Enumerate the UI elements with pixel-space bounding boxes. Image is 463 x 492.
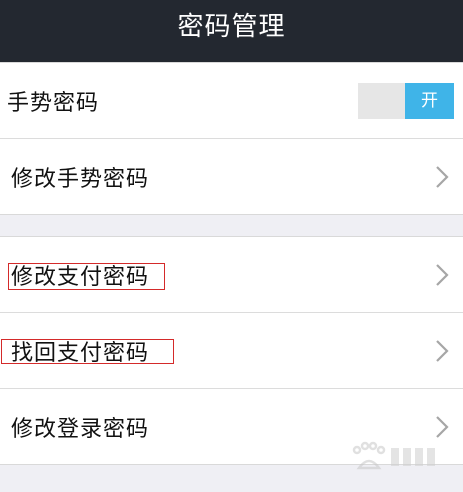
modify-login-password-label: 修改登录密码 — [11, 416, 150, 442]
modify-payment-password-row[interactable]: 修改支付密码 — [0, 237, 463, 312]
payment-password-group: 修改支付密码 找回支付密码 修改登录密码 — [0, 236, 463, 465]
chevron-right-icon — [436, 165, 449, 188]
toggle-on-label: 开 — [405, 82, 454, 119]
gesture-password-row: 手势密码 开 — [0, 63, 463, 138]
chevron-right-icon — [436, 263, 449, 286]
modify-payment-password-label: 修改支付密码 — [11, 264, 150, 290]
nav-header: 密码管理 — [0, 0, 463, 62]
gesture-password-toggle[interactable]: 开 — [358, 82, 454, 119]
recover-payment-password-label: 找回支付密码 — [11, 340, 150, 366]
gesture-password-label: 手势密码 — [7, 90, 100, 116]
baidu-jingyan-logo — [352, 441, 435, 470]
chevron-right-icon — [436, 415, 449, 438]
modify-gesture-password-row[interactable]: 修改手势密码 — [0, 138, 463, 214]
modify-gesture-password-label: 修改手势密码 — [11, 166, 150, 192]
page-title: 密码管理 — [177, 12, 286, 42]
recover-payment-password-row[interactable]: 找回支付密码 — [0, 312, 463, 388]
gesture-password-group: 手势密码 开 修改手势密码 — [0, 62, 463, 215]
chevron-right-icon — [436, 339, 449, 362]
